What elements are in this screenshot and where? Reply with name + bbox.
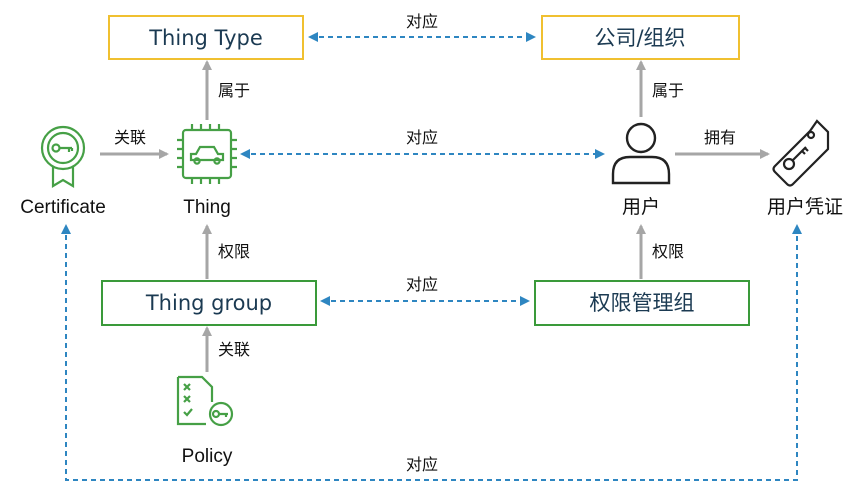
edge-label-belongs-right: 属于 — [652, 81, 684, 100]
permission-group-label: 权限管理组 — [590, 291, 695, 315]
dashed-cert-credential — [61, 224, 802, 481]
edge-label-permission-right: 权限 — [652, 242, 684, 261]
certificate-icon — [40, 125, 86, 188]
permission-group-box: 权限管理组 — [534, 280, 750, 326]
edge-label-associate-policy: 关联 — [218, 340, 250, 359]
edge-label-correspond-top: 对应 — [406, 12, 438, 31]
node-user-label: 用户 — [622, 196, 660, 218]
company-org-box: 公司/组织 — [541, 15, 740, 60]
thing-type-box: Thing Type — [108, 15, 304, 60]
edge-label-permission-left: 权限 — [218, 242, 250, 261]
node-policy-label: Policy — [182, 446, 233, 467]
edge-label-owns: 拥有 — [704, 128, 736, 147]
edge-label-correspond-group: 对应 — [406, 275, 438, 294]
company-org-label: 公司/组织 — [594, 26, 685, 50]
policy-icon — [176, 375, 234, 427]
node-certificate-label: Certificate — [20, 197, 106, 218]
diagram-canvas: Thing Type 公司/组织 Thing group 权限管理组 属于 属于… — [20, 12, 843, 481]
node-credential-label: 用户凭证 — [767, 196, 843, 218]
edge-label-associate-cert: 关联 — [114, 128, 146, 147]
tag-key-icon — [772, 119, 830, 187]
edge-label-correspond-middle: 对应 — [406, 128, 438, 147]
user-icon — [611, 122, 671, 185]
node-thing-label: Thing — [183, 197, 231, 218]
chip-car-icon — [177, 124, 237, 184]
thing-type-label: Thing Type — [148, 26, 263, 50]
thing-group-box: Thing group — [101, 280, 317, 326]
edge-label-belongs-left: 属于 — [218, 81, 250, 100]
edge-label-correspond-bottom: 对应 — [406, 455, 438, 474]
thing-group-label: Thing group — [145, 291, 272, 315]
